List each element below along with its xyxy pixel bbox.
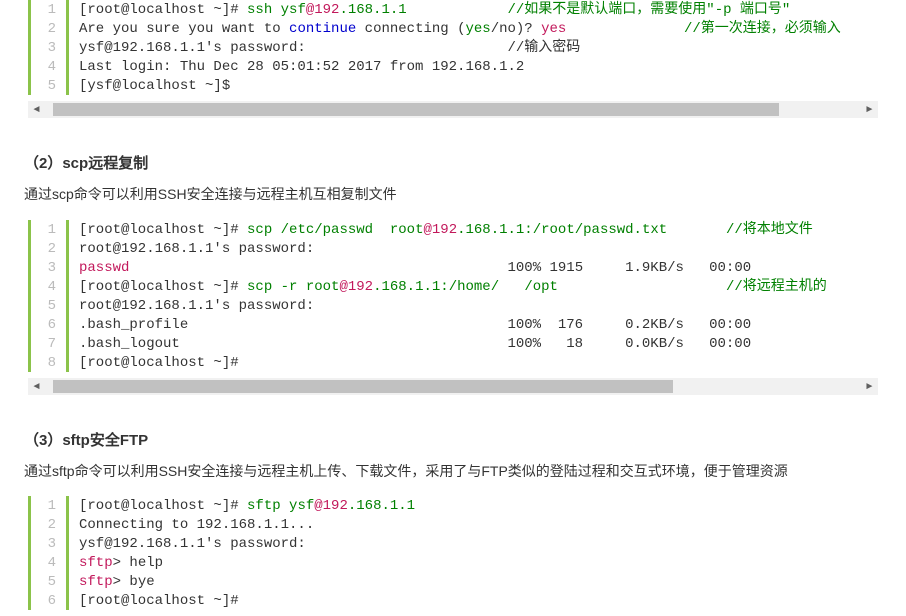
code-line: 1[root@localhost ~]# scp /etc/passwd roo… xyxy=(31,220,878,239)
code-block-3: 1[root@localhost ~]# sftp ysf@192.168.1.… xyxy=(28,496,878,610)
code-line: 4sftp> help xyxy=(31,553,878,572)
code-content: Connecting to 192.168.1.1... xyxy=(69,515,314,534)
line-number: 2 xyxy=(28,239,69,258)
code-content: [root@localhost ~]# scp /etc/passwd root… xyxy=(69,220,813,239)
line-number: 5 xyxy=(28,76,69,95)
code-line: 5[ysf@localhost ~]$ xyxy=(31,76,878,95)
line-number: 5 xyxy=(28,572,69,591)
code-content: sftp> bye xyxy=(69,572,155,591)
line-number: 3 xyxy=(28,258,69,277)
code-line: 2root@192.168.1.1's password: xyxy=(31,239,878,258)
scrollbar-2[interactable]: ◄ ► xyxy=(28,378,878,395)
code-line: 4[root@localhost ~]# scp -r root@192.168… xyxy=(31,277,878,296)
line-number: 3 xyxy=(28,534,69,553)
code-line: 5sftp> bye xyxy=(31,572,878,591)
code-line: 2Connecting to 192.168.1.1... xyxy=(31,515,878,534)
code-line: 4Last login: Thu Dec 28 05:01:52 2017 fr… xyxy=(31,57,878,76)
code-content: .bash_profile 100% 176 0.2KB/s 00:00 xyxy=(69,315,751,334)
code-line: 2Are you sure you want to continue conne… xyxy=(31,19,878,38)
code-content: [root@localhost ~]# sftp ysf@192.168.1.1 xyxy=(69,496,415,515)
scrollbar-1[interactable]: ◄ ► xyxy=(28,101,878,118)
code-line: 5root@192.168.1.1's password: xyxy=(31,296,878,315)
code-content: [root@localhost ~]# xyxy=(69,591,239,610)
code-block-1: 1[root@localhost ~]# ssh ysf@192.168.1.1… xyxy=(28,0,878,95)
section-2-title: （2）scp远程复制 xyxy=(24,152,906,173)
code-content: sftp> help xyxy=(69,553,163,572)
code-line: 3ysf@192.168.1.1's password: xyxy=(31,534,878,553)
code-line: 1[root@localhost ~]# ssh ysf@192.168.1.1… xyxy=(31,0,878,19)
code-content: [ysf@localhost ~]$ xyxy=(69,76,230,95)
code-content: root@192.168.1.1's password: xyxy=(69,296,314,315)
line-number: 6 xyxy=(28,315,69,334)
line-number: 2 xyxy=(28,515,69,534)
scroll-thumb[interactable] xyxy=(53,103,779,116)
code-line: 7.bash_logout 100% 18 0.0KB/s 00:00 xyxy=(31,334,878,353)
scroll-thumb[interactable] xyxy=(53,380,673,393)
line-number: 8 xyxy=(28,353,69,372)
code-line: 6[root@localhost ~]# xyxy=(31,591,878,610)
code-content: [root@localhost ~]# xyxy=(69,353,239,372)
code-content: ysf@192.168.1.1's password: xyxy=(69,534,306,553)
line-number: 3 xyxy=(28,38,69,57)
code-content: passwd 100% 1915 1.9KB/s 00:00 xyxy=(69,258,751,277)
line-number: 4 xyxy=(28,57,69,76)
scroll-right-icon[interactable]: ► xyxy=(861,378,878,395)
line-number: 5 xyxy=(28,296,69,315)
line-number: 1 xyxy=(28,0,69,19)
line-number: 4 xyxy=(28,553,69,572)
code-content: ysf@192.168.1.1's password: //输入密码 xyxy=(69,38,580,57)
section-2-desc: 通过scp命令可以利用SSH安全连接与远程主机互相复制文件 xyxy=(24,181,882,208)
code-content: .bash_logout 100% 18 0.0KB/s 00:00 xyxy=(69,334,751,353)
code-content: root@192.168.1.1's password: xyxy=(69,239,314,258)
scroll-left-icon[interactable]: ◄ xyxy=(28,101,45,118)
section-3-desc: 通过sftp命令可以利用SSH安全连接与远程主机上传、下载文件，采用了与FTP类… xyxy=(24,458,882,485)
scroll-left-icon[interactable]: ◄ xyxy=(28,378,45,395)
line-number: 1 xyxy=(28,496,69,515)
line-number: 2 xyxy=(28,19,69,38)
code-block-2: 1[root@localhost ~]# scp /etc/passwd roo… xyxy=(28,220,878,372)
line-number: 1 xyxy=(28,220,69,239)
code-content: [root@localhost ~]# scp -r root@192.168.… xyxy=(69,277,827,296)
code-line: 8[root@localhost ~]# xyxy=(31,353,878,372)
code-content: Are you sure you want to continue connec… xyxy=(69,19,841,38)
line-number: 4 xyxy=(28,277,69,296)
code-line: 6.bash_profile 100% 176 0.2KB/s 00:00 xyxy=(31,315,878,334)
code-line: 1[root@localhost ~]# sftp ysf@192.168.1.… xyxy=(31,496,878,515)
code-content: [root@localhost ~]# ssh ysf@192.168.1.1 … xyxy=(69,0,790,19)
scroll-right-icon[interactable]: ► xyxy=(861,101,878,118)
code-line: 3ysf@192.168.1.1's password: //输入密码 xyxy=(31,38,878,57)
line-number: 6 xyxy=(28,591,69,610)
scroll-track[interactable] xyxy=(45,378,861,395)
code-content: Last login: Thu Dec 28 05:01:52 2017 fro… xyxy=(69,57,524,76)
line-number: 7 xyxy=(28,334,69,353)
code-line: 3passwd 100% 1915 1.9KB/s 00:00 xyxy=(31,258,878,277)
section-3-title: （3）sftp安全FTP xyxy=(24,429,906,450)
scroll-track[interactable] xyxy=(45,101,861,118)
